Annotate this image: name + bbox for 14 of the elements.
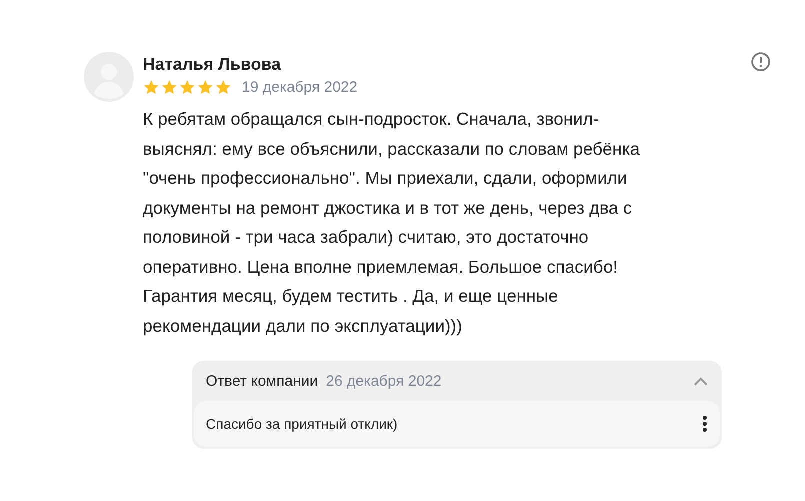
star-icon [143,79,160,96]
more-icon[interactable] [702,415,708,433]
star-icon [197,79,214,96]
star-icon [215,79,232,96]
star-icon [179,79,196,96]
star-icon [161,79,178,96]
review-date: 19 декабря 2022 [242,79,358,96]
reply-date: 26 декабря 2022 [326,372,443,390]
reply-text: Спасибо за приятный отклик) [206,416,398,432]
report-icon[interactable] [751,52,771,72]
review-text: К ребятам обращался сын-подросток. Сначала, звонил- выяснял: ему все объяснили, рассказали по словам ребёнка "очень профессионально". Мы приехали, сдали, оформили документы на ремонт джостика и в тот же день, через два с половиной - три часа забрали) считаю, это достаточно оперативно. Цена вполне приемлемая. Большое спасибо! Гарантия месяц, будем тестить . Да, и еще ценные рекомендации дали по эксплуатации))) [143,108,641,338]
author-name: Наталья Львова [143,55,282,75]
collapse-icon[interactable] [694,376,708,386]
reply-title: Ответ компании [206,372,318,390]
